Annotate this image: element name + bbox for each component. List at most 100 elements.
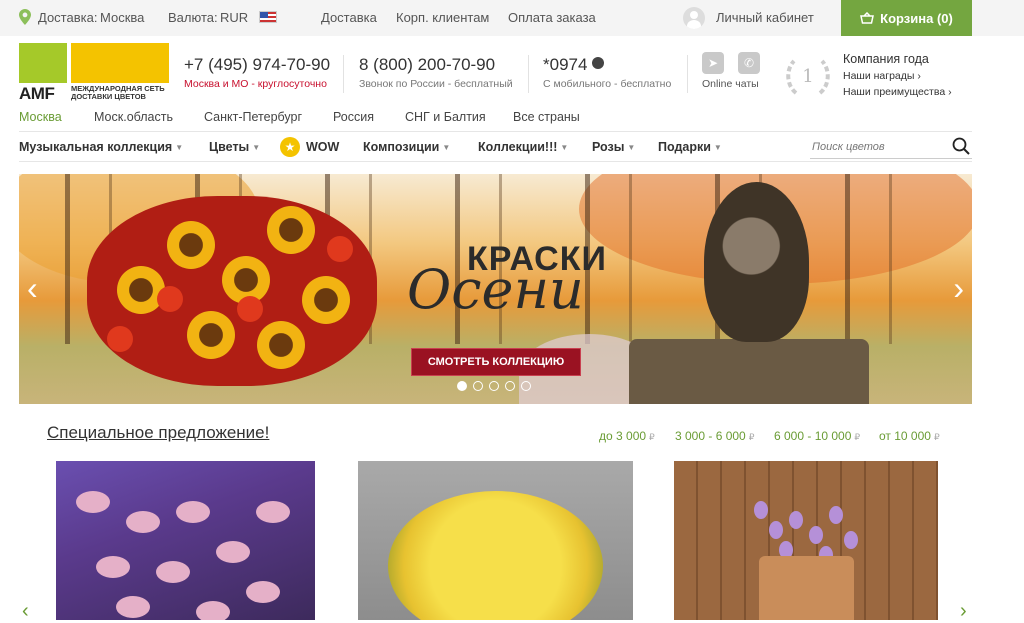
logo-tagline: МЕЖДУНАРОДНАЯ СЕТЬ ДОСТАВКИ ЦВЕТОВ <box>71 84 165 101</box>
nav-label: Коллекции!!! <box>478 140 558 154</box>
nav-gifts[interactable]: Подарки ▼ <box>658 140 722 154</box>
divider <box>343 55 344 93</box>
nav-music-collection[interactable]: Музыкальная коллекция ▼ <box>19 140 183 154</box>
divider <box>19 131 972 132</box>
price-filter-label: 6 000 - 10 000 <box>774 429 852 443</box>
nav-label: Цветы <box>209 140 250 154</box>
price-filter-label: 3 000 - 6 000 <box>675 429 746 443</box>
chevron-down-icon: ▼ <box>175 143 184 152</box>
city-tab-russia[interactable]: Россия <box>333 110 374 124</box>
chevron-down-icon: ▼ <box>713 143 722 152</box>
bouquet-image <box>87 196 377 386</box>
currency-label: Валюта: <box>168 10 218 25</box>
nav-label: Композиции <box>363 140 440 154</box>
logo-brand: AMF <box>19 84 55 103</box>
cart-button[interactable]: Корзина (0) <box>841 0 972 36</box>
amf-logo[interactable]: AMF МЕЖДУНАРОДНАЯ СЕТЬ ДОСТАВКИ ЦВЕТОВ <box>19 43 169 103</box>
location-pin-icon <box>19 9 31 25</box>
special-offer-title[interactable]: Специальное предложение! <box>47 423 269 443</box>
user-avatar-icon[interactable] <box>683 7 705 29</box>
price-filter-6000-10000[interactable]: 6 000 - 10 000 ₽ <box>774 429 860 443</box>
alstroemeria-image <box>388 491 603 620</box>
nav-flowers[interactable]: Цветы ▼ <box>209 140 260 154</box>
product-card-orchids[interactable] <box>56 461 315 620</box>
ruble-icon: ₽ <box>933 432 940 442</box>
search-input[interactable] <box>812 137 942 157</box>
product-card-alstroemeria[interactable] <box>358 461 633 620</box>
award-title: Компания года <box>843 52 929 66</box>
kraft-wrap-image <box>759 556 854 620</box>
whatsapp-icon[interactable]: ✆ <box>738 52 760 74</box>
top-link-delivery[interactable]: Доставка <box>321 10 377 25</box>
nav-collections[interactable]: Коллекции!!! ▼ <box>478 140 568 154</box>
price-filter-over-10000[interactable]: от 10 000 ₽ <box>879 429 940 443</box>
price-filter-label: до 3 000 <box>599 429 647 443</box>
ruble-icon: ₽ <box>649 432 655 442</box>
award-laurel-icon: 1 <box>786 59 830 95</box>
price-filter-3000-6000[interactable]: 3 000 - 6 000 ₽ <box>675 429 754 443</box>
slider-dot[interactable] <box>457 381 467 391</box>
chevron-down-icon: ▼ <box>560 143 569 152</box>
awards-link[interactable]: Наши награды › <box>843 70 921 82</box>
currency-selector[interactable]: RUR <box>220 10 248 25</box>
phone-russia[interactable]: 8 (800) 200-70-90 <box>359 55 495 75</box>
nav-roses[interactable]: Розы ▼ <box>592 140 635 154</box>
basket-icon <box>860 12 875 24</box>
top-bar: Доставка: Москва Валюта: RUR Доставка Ко… <box>0 0 1024 36</box>
top-link-corporate[interactable]: Корп. клиентам <box>396 10 489 25</box>
star-icon: ★ <box>280 137 300 157</box>
phone-handset-icon <box>592 57 605 69</box>
nav-compositions[interactable]: Композиции ▼ <box>363 140 450 154</box>
delivery-label: Доставка: <box>38 10 98 25</box>
nav-label: Розы <box>592 140 625 154</box>
price-filter-under-3000[interactable]: до 3 000 ₽ <box>599 429 655 443</box>
banner-prev-arrow-icon[interactable]: ‹ <box>27 268 38 308</box>
ruble-icon: ₽ <box>854 432 861 442</box>
chevron-down-icon: ▼ <box>442 143 451 152</box>
price-filter-label: от 10 000 <box>879 429 931 443</box>
city-tab-moscow-region[interactable]: Моск.область <box>94 110 173 124</box>
telegram-icon[interactable]: ➤ <box>702 52 724 74</box>
nav-label: Музыкальная коллекция <box>19 140 173 154</box>
promo-banner[interactable]: КРАСКИ Осени СМОТРЕТЬ КОЛЛЕКЦИЮ ‹ › <box>19 174 972 404</box>
top-link-payment[interactable]: Оплата заказа <box>508 10 596 25</box>
phone-mobile-number: *0974 <box>543 55 588 74</box>
product-card-gladiolus[interactable] <box>674 461 938 620</box>
slider-dots <box>457 381 531 391</box>
city-tab-moscow[interactable]: Москва <box>19 110 62 124</box>
online-chats-label: Online чаты <box>702 78 759 90</box>
phone-mobile[interactable]: *0974 <box>543 55 605 75</box>
chevron-down-icon: ▼ <box>252 143 261 152</box>
phone-moscow[interactable]: +7 (495) 974-70-90 <box>184 55 330 75</box>
view-collection-button[interactable]: СМОТРЕТЬ КОЛЛЕКЦИЮ <box>411 348 581 376</box>
award-rank: 1 <box>802 66 813 87</box>
search-box <box>810 135 972 159</box>
banner-next-arrow-icon[interactable]: › <box>953 268 964 308</box>
slider-dot[interactable] <box>521 381 531 391</box>
chevron-down-icon: ▼ <box>627 143 636 152</box>
hedgehog-image <box>704 182 809 342</box>
tree-stump-image <box>629 339 869 404</box>
city-selector[interactable]: Москва <box>100 10 144 25</box>
city-tab-all[interactable]: Все страны <box>513 110 580 124</box>
account-link[interactable]: Личный кабинет <box>716 10 814 25</box>
slider-dot[interactable] <box>505 381 515 391</box>
city-tab-cis[interactable]: СНГ и Балтия <box>405 110 486 124</box>
advantages-link[interactable]: Наши преимущества › <box>843 86 952 98</box>
ruble-icon: ₽ <box>748 432 755 442</box>
us-flag-icon[interactable] <box>259 11 277 23</box>
divider <box>687 55 688 93</box>
phone-mobile-note: С мобильного - бесплатно <box>543 78 672 90</box>
search-icon[interactable] <box>952 137 970 155</box>
city-tab-spb[interactable]: Санкт-Петербург <box>204 110 302 124</box>
divider <box>19 161 972 162</box>
nav-wow[interactable]: WOW <box>306 140 339 154</box>
slider-dot[interactable] <box>473 381 483 391</box>
cart-label: Корзина (0) <box>880 10 953 26</box>
nav-label: Подарки <box>658 140 711 154</box>
logo-green-block <box>19 43 67 83</box>
phone-russia-note: Звонок по России - бесплатный <box>359 78 513 90</box>
slider-dot[interactable] <box>489 381 499 391</box>
phone-moscow-note: Москва и МО - круглосуточно <box>184 78 327 90</box>
logo-yellow-block <box>71 43 169 83</box>
